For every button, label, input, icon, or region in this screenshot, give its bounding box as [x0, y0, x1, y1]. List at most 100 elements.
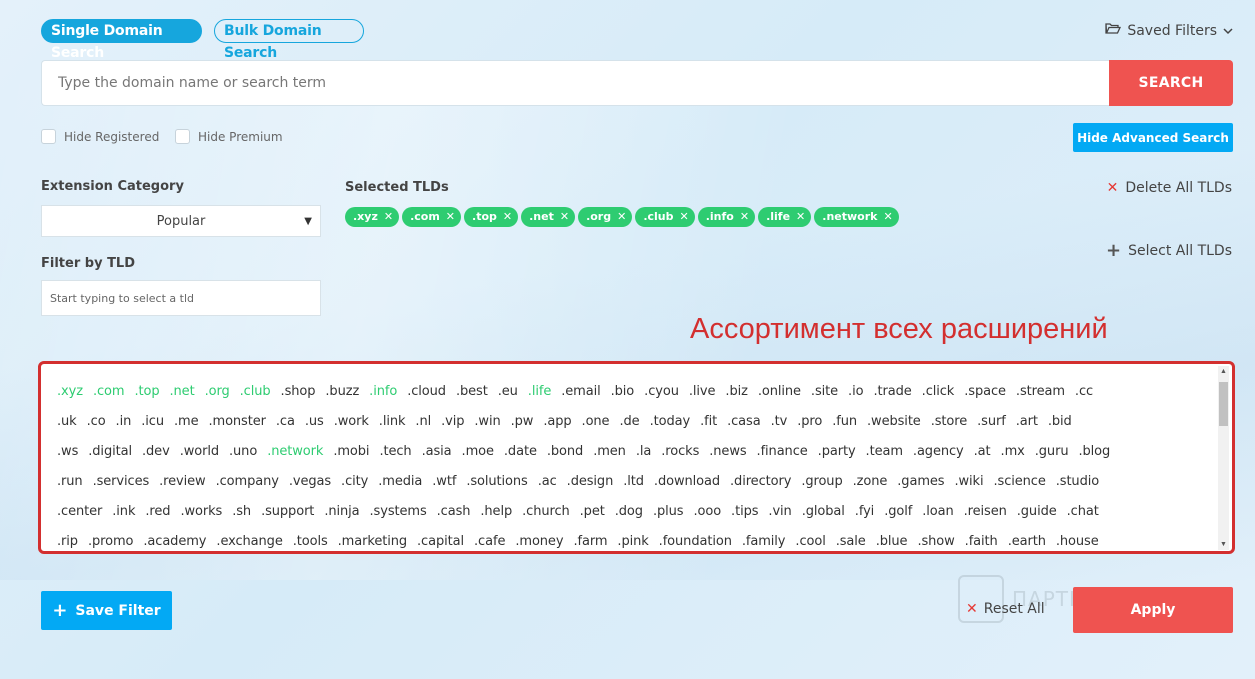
tld-option[interactable]: .cyou	[644, 377, 679, 407]
tld-option[interactable]: .link	[379, 407, 406, 437]
tld-option[interactable]: .space	[964, 377, 1006, 407]
tld-option[interactable]: .ninja	[324, 497, 359, 527]
tld-option[interactable]: .cash	[437, 497, 471, 527]
tld-option[interactable]: .studio	[1056, 467, 1099, 497]
tld-option[interactable]: .global	[802, 497, 845, 527]
tld-option[interactable]: .chat	[1067, 497, 1099, 527]
tld-option[interactable]: .men	[593, 437, 626, 467]
save-filter-button[interactable]: + Save Filter	[41, 591, 172, 630]
tld-option[interactable]: .red	[145, 497, 170, 527]
checkbox-box[interactable]	[41, 129, 56, 144]
search-field[interactable]	[41, 60, 1109, 106]
tld-option[interactable]: .company	[216, 467, 279, 497]
delete-all-tlds-button[interactable]: ✕ Delete All TLDs	[1107, 180, 1232, 196]
tld-option[interactable]: .earth	[1008, 527, 1046, 551]
tld-option[interactable]: .trade	[873, 377, 911, 407]
tld-option[interactable]: .asia	[422, 437, 452, 467]
tld-option[interactable]: .capital	[417, 527, 464, 551]
hide-premium-checkbox[interactable]: Hide Premium	[175, 129, 283, 144]
tld-option[interactable]: .eu	[498, 377, 518, 407]
tab-bulk-domain-search[interactable]: Bulk Domain Search	[214, 19, 364, 61]
tld-option[interactable]: .solutions	[466, 467, 527, 497]
tld-option[interactable]: .dev	[142, 437, 170, 467]
tld-option[interactable]: .media	[378, 467, 422, 497]
tld-option[interactable]: .moe	[462, 437, 494, 467]
tld-option[interactable]: .email	[561, 377, 600, 407]
tld-option[interactable]: .art	[1016, 407, 1038, 437]
tld-option[interactable]: .wiki	[954, 467, 983, 497]
tld-option[interactable]: .pw	[511, 407, 534, 437]
tld-option[interactable]: .club	[240, 377, 271, 407]
tld-option[interactable]: .sale	[836, 527, 866, 551]
selected-tld-chip[interactable]: .org ✕	[578, 207, 633, 227]
remove-chip-icon[interactable]: ✕	[503, 207, 512, 227]
tld-option[interactable]: .run	[57, 467, 83, 497]
tld-option[interactable]: .uno	[229, 437, 257, 467]
tld-option[interactable]: .pet	[580, 497, 605, 527]
tld-option[interactable]: .bio	[611, 377, 635, 407]
tld-option[interactable]: .casa	[727, 407, 761, 437]
tld-option[interactable]: .mobi	[333, 437, 369, 467]
tld-option[interactable]: .fyi	[855, 497, 874, 527]
tld-option[interactable]: .xyz	[57, 377, 83, 407]
tld-option[interactable]: .cloud	[407, 377, 446, 407]
tld-option[interactable]: .uk	[57, 407, 77, 437]
tld-option[interactable]: .group	[801, 467, 842, 497]
filter-by-tld-input[interactable]	[42, 281, 320, 315]
extension-category-select[interactable]: Popular ▼	[41, 205, 321, 237]
tld-option[interactable]: .foundation	[659, 527, 732, 551]
tld-option[interactable]: .finance	[757, 437, 808, 467]
tld-option[interactable]: .cafe	[474, 527, 505, 551]
search-input[interactable]	[42, 61, 1109, 105]
selected-tld-chip[interactable]: .xyz ✕	[345, 207, 400, 227]
tld-option[interactable]: .news	[709, 437, 746, 467]
tld-option[interactable]: .co	[87, 407, 106, 437]
select-all-tlds-button[interactable]: + Select All TLDs	[1106, 242, 1232, 260]
tld-option[interactable]: .world	[180, 437, 219, 467]
tld-option[interactable]: .de	[619, 407, 639, 437]
tld-option[interactable]: .tools	[293, 527, 328, 551]
tld-option[interactable]: .games	[897, 467, 944, 497]
tld-option[interactable]: .academy	[143, 527, 206, 551]
tld-option[interactable]: .blog	[1078, 437, 1110, 467]
tld-option[interactable]: .cc	[1075, 377, 1093, 407]
tld-option[interactable]: .tips	[731, 497, 758, 527]
selected-tld-chip[interactable]: .net ✕	[521, 207, 576, 227]
scroll-up-icon[interactable]: ▲	[1220, 368, 1227, 375]
tld-option[interactable]: .review	[159, 467, 206, 497]
tld-option[interactable]: .loan	[922, 497, 954, 527]
tld-option[interactable]: .live	[689, 377, 716, 407]
tld-option[interactable]: .site	[811, 377, 838, 407]
tld-option[interactable]: .la	[636, 437, 652, 467]
tld-option[interactable]: .net	[170, 377, 195, 407]
tld-option[interactable]: .info	[369, 377, 397, 407]
tld-option[interactable]: .science	[993, 467, 1045, 497]
tld-option[interactable]: .vin	[768, 497, 791, 527]
remove-chip-icon[interactable]: ✕	[384, 207, 393, 227]
tld-option[interactable]: .pink	[617, 527, 648, 551]
tld-option[interactable]: .date	[504, 437, 537, 467]
tld-option[interactable]: .works	[180, 497, 222, 527]
tld-option[interactable]: .at	[974, 437, 991, 467]
tld-option[interactable]: .ca	[276, 407, 295, 437]
hide-registered-checkbox[interactable]: Hide Registered	[41, 129, 159, 144]
tld-option[interactable]: .farm	[573, 527, 607, 551]
selected-tld-chip[interactable]: .club ✕	[635, 207, 695, 227]
tld-option[interactable]: .guide	[1017, 497, 1057, 527]
scrollbar-thumb[interactable]	[1219, 382, 1228, 426]
filter-by-tld-field[interactable]	[41, 280, 321, 316]
search-button[interactable]: SEARCH	[1109, 60, 1233, 106]
tld-option[interactable]: .design	[567, 467, 614, 497]
tld-option[interactable]: .work	[334, 407, 369, 437]
selected-tld-chip[interactable]: .com ✕	[402, 207, 462, 227]
tld-option[interactable]: .me	[174, 407, 199, 437]
saved-filters-dropdown[interactable]: Saved Filters	[1105, 22, 1233, 39]
remove-chip-icon[interactable]: ✕	[796, 207, 805, 227]
tld-option[interactable]: .party	[818, 437, 856, 467]
tld-option[interactable]: .systems	[370, 497, 427, 527]
tld-option[interactable]: .life	[528, 377, 552, 407]
hide-advanced-search-button[interactable]: Hide Advanced Search	[1073, 123, 1233, 152]
tld-option[interactable]: .ooo	[693, 497, 721, 527]
tld-option[interactable]: .bond	[547, 437, 583, 467]
tld-option[interactable]: .fun	[832, 407, 857, 437]
